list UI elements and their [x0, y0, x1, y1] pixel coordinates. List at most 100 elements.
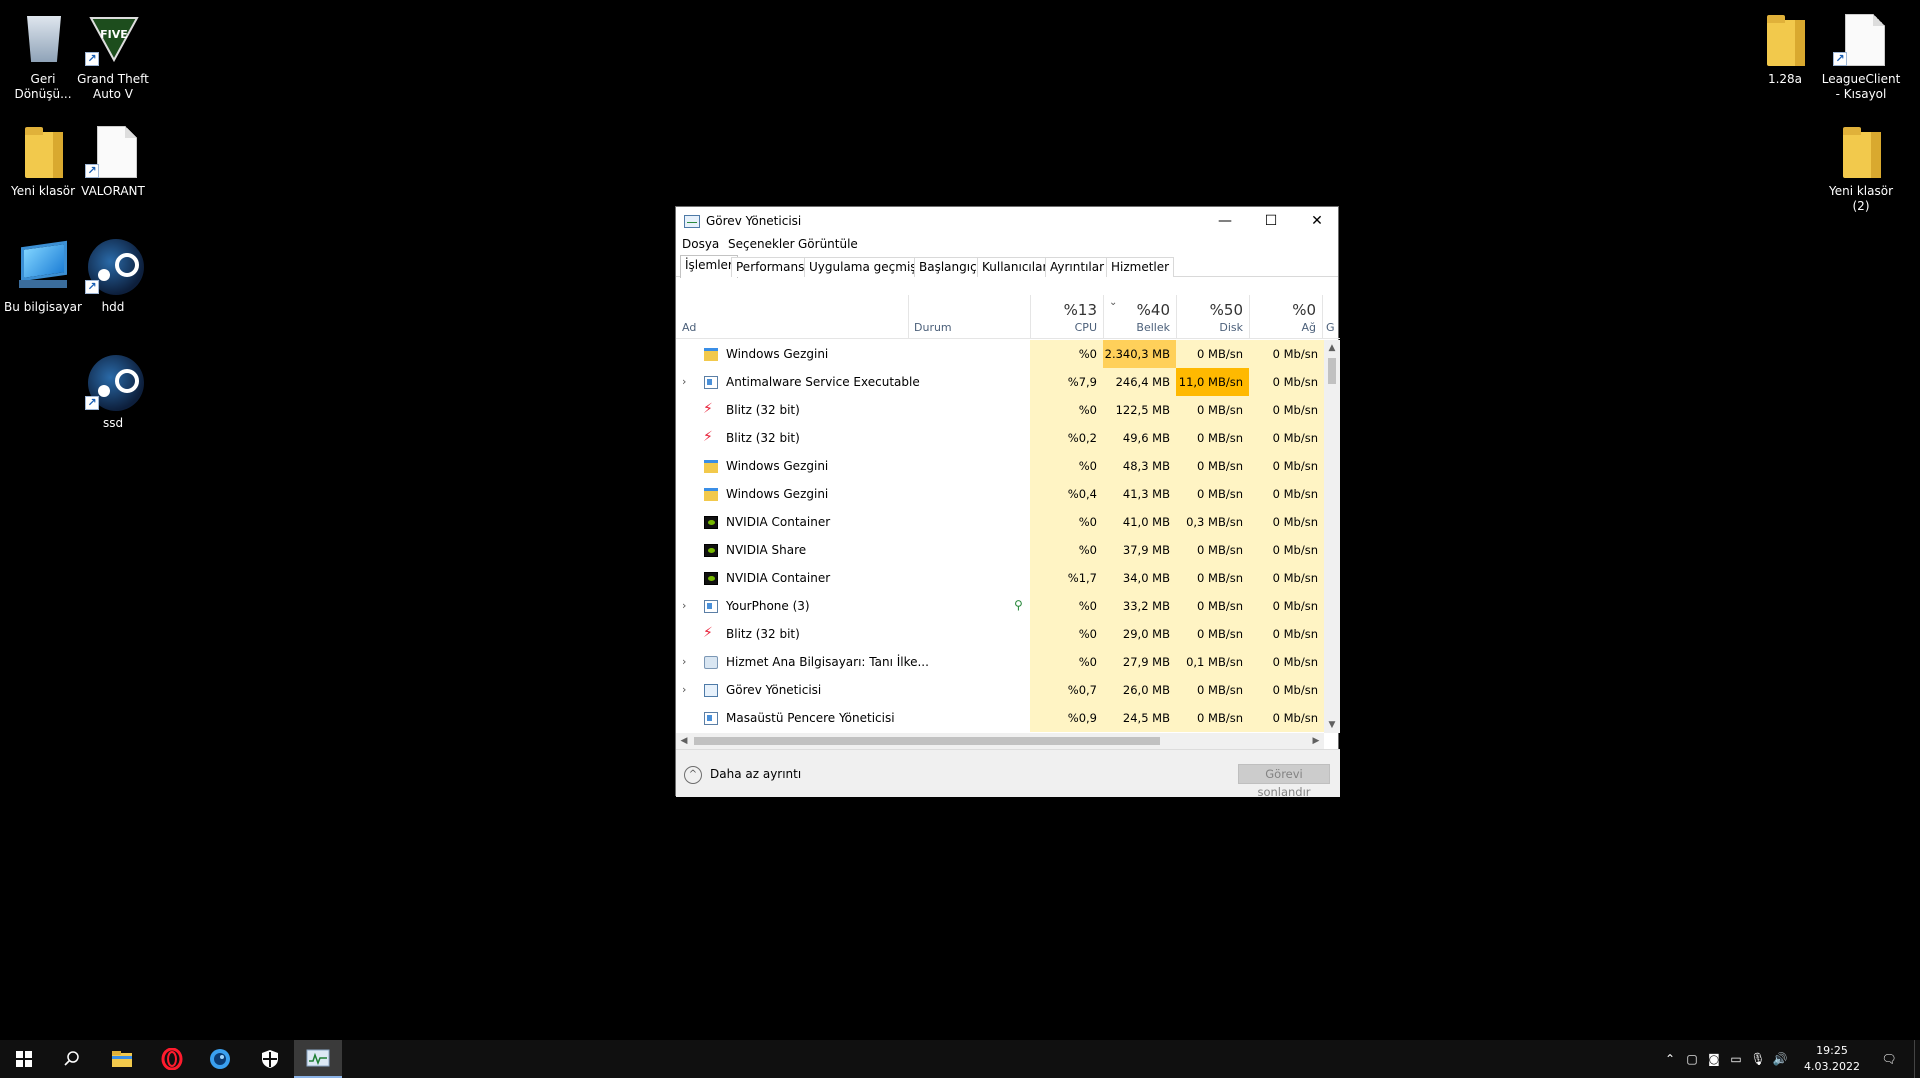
shortcut-arrow-icon: ↗: [1833, 52, 1847, 66]
column-gpu[interactable]: G: [1322, 295, 1340, 339]
scroll-right-icon[interactable]: ▶: [1308, 733, 1324, 749]
process-row[interactable]: › Antimalware Service Executable %7,9 246,4…: [676, 368, 1324, 396]
desktop-icon-label: Yeni klasör (2): [1828, 184, 1894, 213]
process-name: Görev Yöneticisi: [726, 683, 822, 697]
steam-icon: ↗: [83, 352, 144, 412]
minimize-button[interactable]: —: [1202, 207, 1248, 235]
clock[interactable]: 19:25 4.03.2022: [1794, 1043, 1870, 1075]
end-task-button[interactable]: Görevi sonlandır: [1238, 764, 1330, 799]
explorer-icon: [704, 348, 718, 361]
collapse-chevron-icon[interactable]: ^: [684, 766, 702, 784]
scroll-down-icon[interactable]: ▼: [1324, 717, 1340, 733]
tray-square-icon[interactable]: ▢: [1682, 1040, 1702, 1078]
show-desktop-button[interactable]: [1914, 1040, 1920, 1078]
cell-disk: 0,3 MB/sn: [1176, 508, 1249, 536]
process-row[interactable]: Windows Gezgini %0 48,3 MB 0 MB/sn 0 Mb/sn: [676, 452, 1324, 480]
blue-app-icon[interactable]: [196, 1040, 244, 1078]
column-name[interactable]: Ad: [676, 295, 908, 339]
tray-camera-icon[interactable]: ◙: [1704, 1040, 1724, 1078]
cell-mem: 37,9 MB: [1103, 536, 1176, 564]
process-row[interactable]: NVIDIA Container %1,7 34,0 MB 0 MB/sn 0 Mb/s…: [676, 564, 1324, 592]
process-row[interactable]: Masaüstü Pencere Yöneticisi %0,9 24,5 MB 0 …: [676, 704, 1324, 732]
volume-icon[interactable]: 🔊: [1770, 1040, 1790, 1078]
nvidia-icon: [704, 544, 718, 557]
process-name: YourPhone (3): [726, 599, 810, 613]
scroll-left-icon[interactable]: ◀: [676, 733, 692, 749]
gear-icon: [704, 656, 718, 669]
cell-disk: 0 MB/sn: [1176, 452, 1249, 480]
scroll-thumb[interactable]: [694, 737, 1160, 745]
process-row[interactable]: Blitz (32 bit) %029,0 MB0 MB/sn0 Mb/sn: [676, 620, 1324, 648]
menu-view[interactable]: Görüntüle: [798, 237, 858, 251]
task-manager-icon[interactable]: [294, 1040, 342, 1078]
desktop-icon-folder-128a[interactable]: 1.28a: [1742, 8, 1828, 87]
tray-chevron-icon[interactable]: ⌃: [1660, 1040, 1680, 1078]
cell-cpu: %0,9: [1030, 704, 1103, 732]
horizontal-scrollbar[interactable]: ◀ ▶: [676, 733, 1324, 749]
expand-chevron-icon[interactable]: ›: [682, 375, 694, 389]
tab-processes[interactable]: İşlemler: [680, 255, 738, 278]
process-name: Masaüstü Pencere Yöneticisi: [726, 711, 895, 725]
maximize-button[interactable]: ☐: [1248, 207, 1294, 235]
process-name: NVIDIA Container: [726, 515, 831, 529]
menu-options[interactable]: Seçenekler: [728, 237, 795, 251]
tab-startup[interactable]: Başlangıç: [914, 257, 982, 277]
process-row[interactable]: Windows Gezgini %0 2.340,3 MB 0 MB/sn 0 Mb/s…: [676, 340, 1324, 368]
desktop-icon-gta-v[interactable]: FIVE ↗ Grand Theft Auto V: [70, 8, 156, 102]
process-row[interactable]: Blitz (32 bit) %0,249,6 MB0 MB/sn0 Mb/sn: [676, 424, 1324, 452]
blitz-icon: [703, 401, 718, 417]
desktop-icon-leagueclient[interactable]: ↗ LeagueClient - Kısayol: [1818, 8, 1904, 102]
title-bar[interactable]: Görev Yöneticisi — ☐ ✕: [676, 207, 1338, 235]
cell-net: 0 Mb/sn: [1249, 508, 1324, 536]
network-icon[interactable]: ▭: [1726, 1040, 1746, 1078]
cell-mem: 24,5 MB: [1103, 704, 1176, 732]
process-name: Blitz (32 bit): [726, 403, 800, 417]
cell-mem: 48,3 MB: [1103, 452, 1176, 480]
process-row[interactable]: › Hizmet Ana Bilgisayarı: Tanı İlke... %0 2…: [676, 648, 1324, 676]
cell-mem: 49,6 MB: [1103, 424, 1176, 452]
process-row[interactable]: NVIDIA Share %0 37,9 MB 0 MB/sn 0 Mb/sn: [676, 536, 1324, 564]
desktop-icon-ssd[interactable]: ↗ ssd: [70, 352, 156, 431]
process-row[interactable]: › YourPhone (3) ⚲ %0 33,2 MB 0 MB/sn 0 Mb/sn: [676, 592, 1324, 620]
tab-users[interactable]: Kullanıcılar: [977, 257, 1053, 277]
process-row[interactable]: › Görev Yöneticisi %0,7 26,0 MB 0 MB/sn 0 Mb/…: [676, 676, 1324, 704]
desktop-icon-new-folder-2[interactable]: Yeni klasör (2): [1818, 120, 1904, 214]
menu-file[interactable]: Dosya: [682, 237, 719, 251]
expand-chevron-icon[interactable]: ›: [682, 599, 694, 613]
desktop-icon-hdd[interactable]: ↗ hdd: [70, 236, 156, 315]
search-icon[interactable]: [48, 1040, 96, 1078]
expand-chevron-icon[interactable]: ›: [682, 683, 694, 697]
column-memory[interactable]: ⌄ %40 Bellek: [1103, 295, 1176, 339]
notification-icon[interactable]: 🗨: [1874, 1040, 1904, 1078]
cell-cpu: %0: [1030, 396, 1103, 424]
microphone-icon[interactable]: 🎙: [1748, 1040, 1768, 1078]
tab-details[interactable]: Ayrıntılar: [1045, 257, 1110, 277]
scroll-thumb[interactable]: [1328, 358, 1336, 384]
process-row[interactable]: Windows Gezgini %0,4 41,3 MB 0 MB/sn 0 Mb/sn: [676, 480, 1324, 508]
process-row[interactable]: Blitz (32 bit) %0122,5 MB0 MB/sn0 Mb/sn: [676, 396, 1324, 424]
tab-app-history[interactable]: Uygulama geçmişi: [804, 257, 925, 277]
process-name: Blitz (32 bit): [726, 627, 800, 641]
process-row[interactable]: NVIDIA Container %0 41,0 MB 0,3 MB/sn 0 Mb/s…: [676, 508, 1324, 536]
column-network[interactable]: %0 Ağ: [1249, 295, 1322, 339]
close-button[interactable]: ✕: [1294, 207, 1340, 235]
cell-cpu: %0: [1030, 452, 1103, 480]
desktop-icon-valorant[interactable]: ↗ VALORANT: [70, 120, 156, 199]
start-button[interactable]: [0, 1040, 48, 1078]
expand-chevron-icon[interactable]: ›: [682, 655, 694, 669]
cell-cpu: %0,7: [1030, 676, 1103, 704]
column-status[interactable]: Durum: [908, 295, 1030, 339]
tab-performance[interactable]: Performans: [731, 257, 810, 277]
column-disk[interactable]: %50 Disk: [1176, 295, 1249, 339]
tab-services[interactable]: Hizmetler: [1106, 257, 1175, 277]
opera-icon[interactable]: [148, 1040, 196, 1078]
file-explorer-icon[interactable]: [98, 1040, 146, 1078]
vertical-scrollbar[interactable]: ▲ ▼: [1324, 340, 1340, 733]
column-cpu[interactable]: %13 CPU: [1030, 295, 1103, 339]
security-icon[interactable]: [246, 1040, 294, 1078]
cell-disk: 0 MB/sn: [1176, 676, 1249, 704]
fewer-details-link[interactable]: Daha az ayrıntı: [710, 767, 801, 781]
scroll-up-icon[interactable]: ▲: [1324, 340, 1340, 356]
cell-mem: 34,0 MB: [1103, 564, 1176, 592]
process-name: Antimalware Service Executable: [726, 375, 920, 389]
